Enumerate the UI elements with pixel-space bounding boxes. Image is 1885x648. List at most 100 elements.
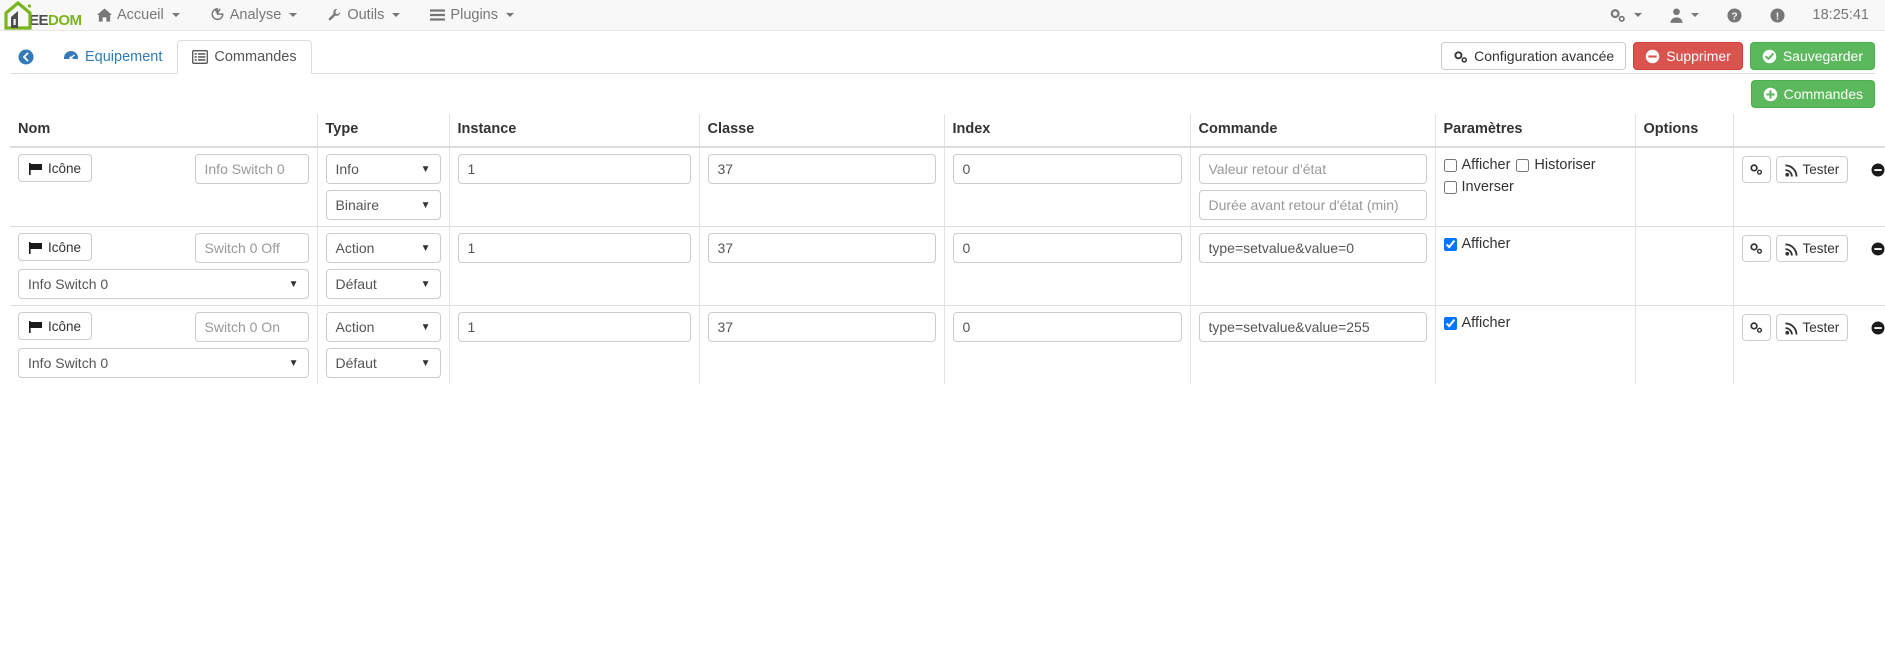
- command-name-input[interactable]: [194, 312, 309, 342]
- home-icon: [97, 7, 112, 23]
- linked-info-select[interactable]: Info Switch 0 ▼: [18, 269, 309, 299]
- instance-input[interactable]: [457, 154, 691, 184]
- chevron-down-icon: [505, 13, 514, 17]
- cell-classe: [699, 305, 945, 384]
- tab-equipement[interactable]: Equipement: [48, 40, 177, 74]
- tester-label: Tester: [1802, 320, 1840, 335]
- cell-nom: Icône: [10, 146, 318, 227]
- classe-input[interactable]: [707, 233, 936, 263]
- cell-type: Action ▼ Défaut ▼: [317, 226, 450, 306]
- afficher-checkbox[interactable]: [1443, 316, 1457, 330]
- type-select[interactable]: Action ▼: [325, 312, 441, 342]
- index-input[interactable]: [952, 312, 1182, 342]
- rss-icon: [1784, 320, 1798, 335]
- info-button[interactable]: !: [1756, 7, 1799, 23]
- commande-request-input[interactable]: [1198, 233, 1427, 263]
- col-header-classe: Classe: [699, 114, 945, 148]
- afficher-checkbox[interactable]: [1443, 158, 1457, 172]
- subtype-select[interactable]: Défaut ▼: [325, 269, 441, 299]
- configure-command-button[interactable]: [1741, 156, 1771, 183]
- table-header-row: Nom Type Instance Classe Index Commande …: [10, 114, 1885, 148]
- commande-request-input[interactable]: [1198, 312, 1427, 342]
- list-alt-icon: [192, 49, 209, 65]
- index-input[interactable]: [952, 233, 1182, 263]
- tab-commandes[interactable]: Commandes: [177, 40, 312, 74]
- cell-nom: Icône Info Switch 0 ▼: [10, 226, 318, 306]
- cell-instance: [449, 146, 700, 227]
- classe-input[interactable]: [707, 312, 936, 342]
- settings-menu[interactable]: [1595, 7, 1656, 23]
- add-commandes-button[interactable]: Commandes: [1750, 80, 1875, 108]
- remove-command-button[interactable]: [1871, 321, 1885, 335]
- type-select-value: Info: [335, 161, 359, 177]
- type-select[interactable]: Info ▼: [325, 154, 441, 184]
- linked-info-select[interactable]: Info Switch 0 ▼: [18, 348, 309, 378]
- sauvegarder-button[interactable]: Sauvegarder: [1749, 42, 1875, 70]
- menu-item-accueil[interactable]: Accueil: [82, 0, 195, 30]
- inverser-checkbox-label[interactable]: Inverser: [1443, 179, 1514, 195]
- inverser-checkbox[interactable]: [1443, 180, 1457, 194]
- instance-input[interactable]: [457, 233, 691, 263]
- tester-button[interactable]: Tester: [1775, 156, 1849, 183]
- back-button[interactable]: [10, 40, 48, 74]
- tester-button[interactable]: Tester: [1775, 235, 1849, 262]
- afficher-checkbox-label[interactable]: Afficher: [1443, 157, 1510, 173]
- menu-item-analyse[interactable]: Analyse: [195, 0, 313, 30]
- remove-command-button[interactable]: [1871, 242, 1885, 256]
- supprimer-button[interactable]: Supprimer: [1633, 42, 1743, 70]
- cell-nom: Icône Info Switch 0 ▼: [10, 305, 318, 384]
- menu-item-plugins-label: Plugins: [450, 7, 498, 23]
- type-select[interactable]: Action ▼: [325, 233, 441, 263]
- icone-button[interactable]: Icône: [18, 312, 93, 340]
- sauvegarder-label: Sauvegarder: [1782, 48, 1863, 64]
- user-menu[interactable]: [1656, 7, 1713, 23]
- instance-input[interactable]: [457, 312, 691, 342]
- brand-logo[interactable]: EEDOM: [0, 0, 82, 30]
- tester-label: Tester: [1802, 162, 1840, 177]
- subtype-select[interactable]: Binaire ▼: [325, 190, 441, 220]
- navbar-right: ? ! 18:25:41: [1595, 0, 1885, 30]
- afficher-checkbox-label[interactable]: Afficher: [1443, 315, 1510, 331]
- remove-command-button[interactable]: [1871, 163, 1885, 177]
- command-name-input[interactable]: [194, 233, 309, 263]
- chevron-down-icon: [1690, 13, 1699, 17]
- index-input[interactable]: [952, 154, 1182, 184]
- col-header-nom: Nom: [10, 114, 318, 148]
- historiser-checkbox[interactable]: [1516, 158, 1530, 172]
- col-header-actions: [1733, 114, 1885, 148]
- historiser-checkbox-label[interactable]: Historiser: [1516, 157, 1596, 173]
- subtype-select[interactable]: Défaut ▼: [325, 348, 441, 378]
- classe-input[interactable]: [707, 154, 936, 184]
- configure-command-button[interactable]: [1741, 314, 1771, 341]
- cell-type: Action ▼ Défaut ▼: [317, 305, 450, 384]
- chevron-down-icon: ▼: [420, 242, 431, 254]
- valeur-retour-etat-input[interactable]: [1198, 154, 1427, 184]
- menu-item-analyse-label: Analyse: [229, 7, 282, 23]
- subtype-select-value: Binaire: [335, 197, 380, 213]
- cell-parametres: Afficher: [1435, 226, 1636, 306]
- icone-button[interactable]: Icône: [18, 233, 93, 261]
- tester-button[interactable]: Tester: [1775, 314, 1849, 341]
- commands-table-wrap: Nom Type Instance Classe Index Commande …: [0, 114, 1885, 384]
- command-name-input[interactable]: [194, 154, 309, 184]
- table-head: Nom Type Instance Classe Index Commande …: [10, 114, 1885, 148]
- cell-classe: [699, 226, 945, 306]
- chevron-down-icon: [171, 13, 180, 17]
- chevron-down-icon: ▼: [420, 278, 431, 290]
- icone-button[interactable]: Icône: [18, 154, 93, 182]
- configuration-avancee-button[interactable]: Configuration avancée: [1441, 42, 1627, 70]
- menu-item-plugins[interactable]: Plugins: [415, 0, 529, 30]
- afficher-checkbox[interactable]: [1443, 237, 1457, 251]
- add-commandes-label: Commandes: [1783, 86, 1863, 102]
- duree-avant-retour-etat-input[interactable]: [1198, 190, 1427, 220]
- configure-command-button[interactable]: [1741, 235, 1771, 262]
- historiser-label: Historiser: [1534, 157, 1596, 173]
- cell-instance: [449, 305, 700, 384]
- col-header-index: Index: [944, 114, 1191, 148]
- help-button[interactable]: ?: [1713, 7, 1756, 23]
- menu-item-accueil-label: Accueil: [117, 7, 164, 23]
- afficher-checkbox-label[interactable]: Afficher: [1443, 236, 1510, 252]
- flag-icon: [29, 161, 43, 176]
- subtype-select-value: Défaut: [335, 355, 377, 371]
- menu-item-outils[interactable]: Outils: [312, 0, 415, 30]
